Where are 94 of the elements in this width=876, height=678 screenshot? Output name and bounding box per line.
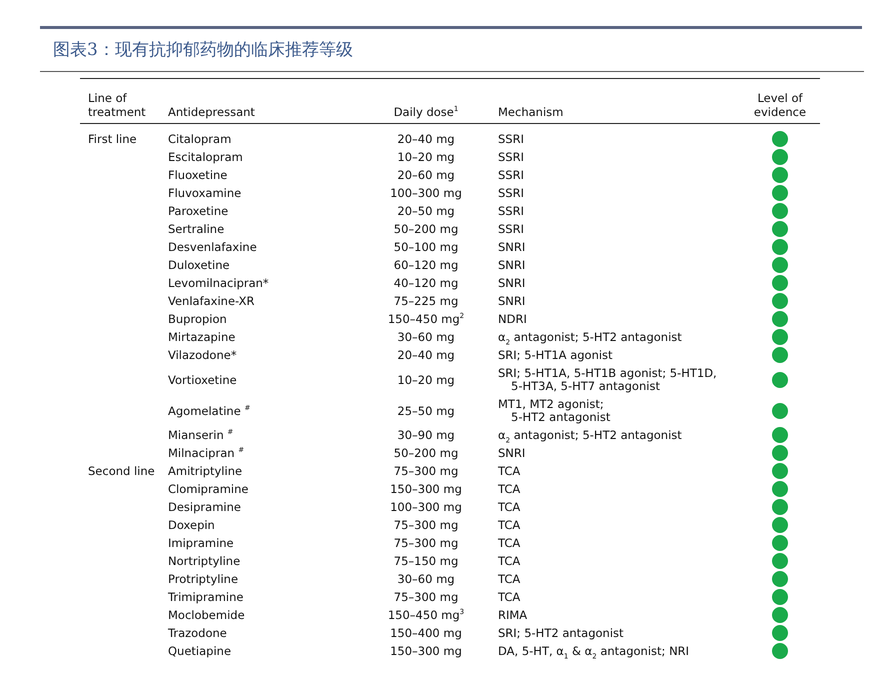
table-cell: 60–120 mg xyxy=(394,258,458,272)
table-cell-text: TCA xyxy=(498,554,522,568)
table-cell: Trazodone xyxy=(168,626,227,640)
table-cell-text: SSRI xyxy=(498,132,525,146)
table-cell-text: RIMA xyxy=(498,608,528,622)
table-cell: Imipramine xyxy=(168,536,234,550)
table-cell: 40–120 mg xyxy=(394,276,458,290)
table-cell: Desipramine xyxy=(168,500,241,514)
table-cell-text: MT1, MT2 agonist; xyxy=(498,398,605,410)
table-cell-text: SNRI xyxy=(498,446,526,460)
table-cell: Escitalopram xyxy=(168,150,243,164)
table-cell: 150–400 mg xyxy=(390,626,462,640)
table-cell-text: SRI; 5-HT1A agonist xyxy=(498,348,614,362)
table-cell-text: SNRI xyxy=(498,258,526,272)
table-cell-text: SNRI xyxy=(498,276,526,290)
table-cell: 30–60 mg xyxy=(397,330,455,344)
table-cell-text: SSRI xyxy=(498,204,525,218)
table-cell-text: α$_{2}$ antagonist; 5-HT2 antagonist xyxy=(498,330,683,344)
table-cell-text: SNRI xyxy=(498,294,526,308)
table-cell: 75–150 mg xyxy=(394,554,458,568)
table-cell-text: α$_{2}$ antagonist; 5-HT2 antagonist xyxy=(498,428,683,442)
table-cell: Duloxetine xyxy=(168,258,230,272)
table-cell-text: TCA xyxy=(498,572,522,586)
table-cell: Doxepin xyxy=(168,518,215,532)
table-cell: 75–300 mg xyxy=(394,518,458,532)
column-header: Mechanism xyxy=(498,106,564,119)
table-cell-text: SSRI xyxy=(498,222,525,236)
table-cell: 150–300 mg xyxy=(390,644,462,658)
table-cell: 50–200 mg xyxy=(394,222,458,236)
table-cell-text: SNRI xyxy=(498,240,526,254)
table-cell: 100–300 mg xyxy=(390,186,462,200)
table-cell: 20–40 mg xyxy=(397,348,455,362)
table-cell: Levomilnacipran* xyxy=(168,276,269,290)
table-cell-text: SSRI xyxy=(498,150,525,164)
table-cell: 150–300 mg xyxy=(390,482,462,496)
table-cell: Paroxetine xyxy=(168,204,228,218)
table-cell-text: TCA xyxy=(498,500,522,514)
table-cell-text: SSRI xyxy=(498,186,525,200)
table-cell: Fluoxetine xyxy=(168,168,228,182)
line-of-treatment: First line xyxy=(88,132,137,146)
table-cell: Venlafaxine-XR xyxy=(168,294,254,308)
table-cell: Desvenlafaxine xyxy=(168,240,257,254)
column-header: Antidepressant xyxy=(168,105,255,119)
table-cell: Sertraline xyxy=(168,222,224,236)
table-cell-text: TCA xyxy=(498,464,522,478)
table-cell-text: SRI; 5-HT1A, 5-HT1B agonist; 5-HT1D, xyxy=(498,366,718,380)
column-header: Line of treatment xyxy=(88,91,147,119)
table-cell: Mirtazapine xyxy=(168,330,236,344)
table-cell: 30–60 mg xyxy=(397,572,455,586)
table-cell: 30–90 mg xyxy=(397,428,455,442)
table-cell: Moclobemide xyxy=(168,608,245,622)
table-cell: Bupropion xyxy=(168,312,227,326)
table-cell-text: NDRI xyxy=(498,312,528,326)
table-cell: Mianserin $^{#}$ xyxy=(168,428,234,442)
table-cell: 20–40 mg xyxy=(397,132,455,146)
table-cell: Milnacipran $^{#}$ xyxy=(168,446,244,460)
table-cell: 150–450 mg$^{2}$ xyxy=(388,312,464,326)
table-cell: Citalopram xyxy=(168,132,232,146)
table-cell: Clomipramine xyxy=(168,482,248,496)
table-cell-text: SSRI xyxy=(498,168,525,182)
table-cell: 10–20 mg xyxy=(397,372,455,386)
table-cell: Amitriptyline xyxy=(168,464,242,478)
table-cell: Fluvoxamine xyxy=(168,186,242,200)
table-cell: Trimipramine xyxy=(168,590,244,604)
table-cell: 150–450 mg$^{3}$ xyxy=(388,608,464,622)
table-cell-text: 5-HT3A, 5-HT7 antagonist xyxy=(510,380,660,392)
table-cell: Protriptyline xyxy=(168,572,238,586)
table-cell: Agomelatine $^{#}$ xyxy=(168,404,250,418)
table-cell: 20–60 mg xyxy=(397,168,455,182)
table-cell-text: SRI; 5-HT2 antagonist xyxy=(498,626,625,640)
table-cell: 10–20 mg xyxy=(397,150,455,164)
table-cell: Vortioxetine xyxy=(168,372,237,386)
table-cell-text: TCA xyxy=(498,590,522,604)
table-cell: 75–300 mg xyxy=(394,464,458,478)
table-cell-text: 5-HT2 antagonist xyxy=(510,410,612,424)
table-cell: Vilazodone* xyxy=(168,348,237,362)
figure-title: 图表3：现有抗抑郁药物的临床推荐等级 xyxy=(53,39,354,62)
table-cell: Quetiapine xyxy=(168,644,232,658)
column-header: Daily dose$^{1}$ xyxy=(394,105,458,119)
table-cell-text: DA, 5-HT, α$_{1}$ & α$_{2}$ antagonist; NRI xyxy=(498,644,690,658)
table-cell: 50–100 mg xyxy=(394,240,458,254)
table-cell-text: TCA xyxy=(498,536,522,550)
table-cell: Nortriptyline xyxy=(168,554,240,568)
table-cell: 75–225 mg xyxy=(394,294,458,308)
table-cell: 100–300 mg xyxy=(390,500,462,514)
table-cell: 20–50 mg xyxy=(397,204,455,218)
table-cell-text: TCA xyxy=(498,518,522,532)
line-of-treatment: Second line xyxy=(88,464,155,478)
table-cell: 25–50 mg xyxy=(397,404,455,418)
column-header: Level of evidence xyxy=(752,91,808,119)
table-cell: 75–300 mg xyxy=(394,590,458,604)
table-cell: 75–300 mg xyxy=(394,536,458,550)
table-cell-text: TCA xyxy=(498,482,522,496)
table-cell: 50–200 mg xyxy=(394,446,458,460)
